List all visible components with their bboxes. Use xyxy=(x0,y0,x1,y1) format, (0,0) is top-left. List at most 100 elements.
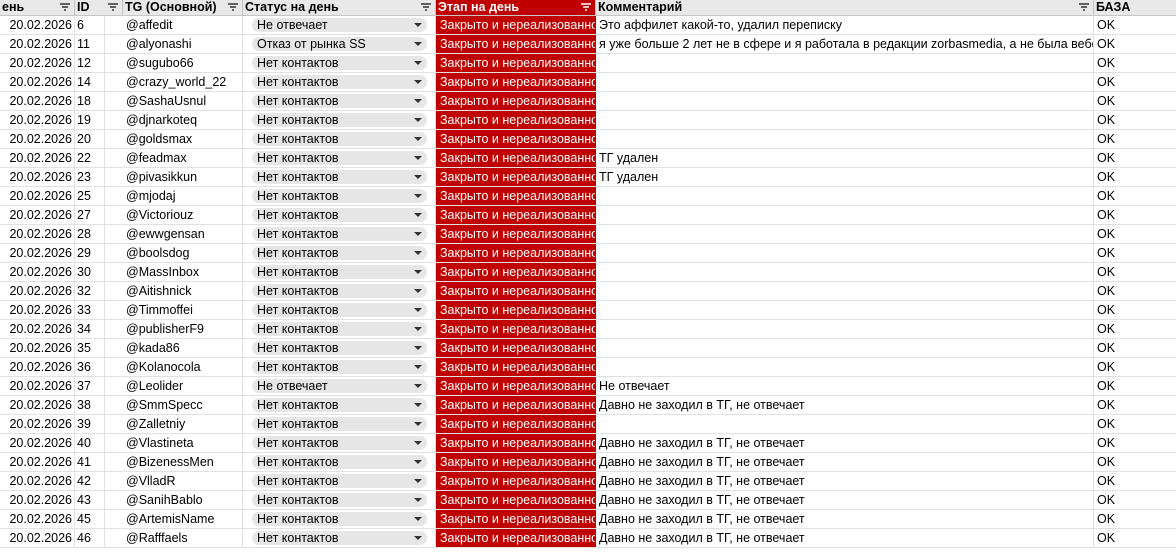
status-dropdown[interactable]: Нет контактов xyxy=(252,360,427,374)
chevron-down-icon[interactable] xyxy=(414,156,422,160)
chevron-down-icon[interactable] xyxy=(414,213,422,217)
cell-tg[interactable]: @sugubo66 xyxy=(123,54,243,72)
cell-date[interactable]: 20.02.2026 xyxy=(0,434,75,452)
cell-comment[interactable] xyxy=(596,301,1094,319)
cell-comment[interactable]: ТГ удален xyxy=(596,149,1094,167)
cell-id[interactable]: 32 xyxy=(75,282,105,300)
status-dropdown[interactable]: Нет контактов xyxy=(252,246,427,260)
cell-id[interactable]: 27 xyxy=(75,206,105,224)
cell-date[interactable]: 20.02.2026 xyxy=(0,244,75,262)
cell-status[interactable]: Нет контактов xyxy=(243,206,436,224)
cell-date[interactable]: 20.02.2026 xyxy=(0,187,75,205)
cell-status[interactable]: Нет контактов xyxy=(243,453,436,471)
column-header-date[interactable]: ень xyxy=(0,0,75,15)
cell-status[interactable]: Нет контактов xyxy=(243,301,436,319)
cell-id[interactable]: 40 xyxy=(75,434,105,452)
cell-stage[interactable]: Закрыто и нереализованно xyxy=(436,472,596,490)
cell-status[interactable]: Нет контактов xyxy=(243,225,436,243)
cell-id[interactable]: 12 xyxy=(75,54,105,72)
cell-tg[interactable]: @Zalletniy xyxy=(123,415,243,433)
status-dropdown[interactable]: Нет контактов xyxy=(252,398,427,412)
cell-id[interactable]: 37 xyxy=(75,377,105,395)
cell-tg[interactable]: @Aitishnick xyxy=(123,282,243,300)
cell-date[interactable]: 20.02.2026 xyxy=(0,149,75,167)
cell-stage[interactable]: Закрыто и нереализованно xyxy=(436,263,596,281)
cell-comment[interactable] xyxy=(596,415,1094,433)
cell-stage[interactable]: Закрыто и нереализованно xyxy=(436,415,596,433)
chevron-down-icon[interactable] xyxy=(414,42,422,46)
cell-stage[interactable]: Закрыто и нереализованно xyxy=(436,301,596,319)
cell-date[interactable]: 20.02.2026 xyxy=(0,225,75,243)
chevron-down-icon[interactable] xyxy=(414,308,422,312)
chevron-down-icon[interactable] xyxy=(414,175,422,179)
cell-id[interactable]: 11 xyxy=(75,35,105,53)
cell-comment[interactable]: я уже больше 2 лет не в сфере и я работа… xyxy=(596,35,1094,53)
cell-date[interactable]: 20.02.2026 xyxy=(0,282,75,300)
cell-stage[interactable]: Закрыто и нереализованно xyxy=(436,358,596,376)
chevron-down-icon[interactable] xyxy=(414,99,422,103)
filter-icon[interactable] xyxy=(420,1,432,13)
cell-tg[interactable]: @SanihBablo xyxy=(123,491,243,509)
column-header-stage[interactable]: Этап на день xyxy=(436,0,596,15)
cell-date[interactable]: 20.02.2026 xyxy=(0,35,75,53)
cell-id[interactable]: 42 xyxy=(75,472,105,490)
cell-base[interactable]: OK xyxy=(1094,54,1176,72)
cell-base[interactable]: OK xyxy=(1094,358,1176,376)
cell-tg[interactable]: @crazy_world_22 xyxy=(123,73,243,91)
cell-id[interactable]: 25 xyxy=(75,187,105,205)
cell-stage[interactable]: Закрыто и нереализованно xyxy=(436,35,596,53)
cell-date[interactable]: 20.02.2026 xyxy=(0,168,75,186)
cell-status[interactable]: Нет контактов xyxy=(243,244,436,262)
cell-base[interactable]: OK xyxy=(1094,206,1176,224)
status-dropdown[interactable]: Нет контактов xyxy=(252,170,427,184)
cell-tg[interactable]: @Leolider xyxy=(123,377,243,395)
cell-status[interactable]: Нет контактов xyxy=(243,149,436,167)
chevron-down-icon[interactable] xyxy=(414,194,422,198)
status-dropdown[interactable]: Не отвечает xyxy=(252,18,427,32)
cell-id[interactable]: 45 xyxy=(75,510,105,528)
cell-comment[interactable]: Давно не заходил в ТГ, не отвечает xyxy=(596,529,1094,547)
cell-tg[interactable]: @kada86 xyxy=(123,339,243,357)
cell-tg[interactable]: @ewwgensan xyxy=(123,225,243,243)
cell-stage[interactable]: Закрыто и нереализованно xyxy=(436,92,596,110)
cell-id[interactable]: 33 xyxy=(75,301,105,319)
cell-status[interactable]: Нет контактов xyxy=(243,320,436,338)
status-dropdown[interactable]: Нет контактов xyxy=(252,113,427,127)
cell-tg[interactable]: @Kolanocola xyxy=(123,358,243,376)
cell-tg[interactable]: @feadmax xyxy=(123,149,243,167)
cell-date[interactable]: 20.02.2026 xyxy=(0,453,75,471)
chevron-down-icon[interactable] xyxy=(414,441,422,445)
cell-stage[interactable]: Закрыто и нереализованно xyxy=(436,225,596,243)
chevron-down-icon[interactable] xyxy=(414,460,422,464)
cell-comment[interactable]: ТГ удален xyxy=(596,168,1094,186)
cell-status[interactable]: Нет контактов xyxy=(243,396,436,414)
cell-stage[interactable]: Закрыто и нереализованно xyxy=(436,244,596,262)
cell-status[interactable]: Нет контактов xyxy=(243,168,436,186)
cell-base[interactable]: OK xyxy=(1094,130,1176,148)
cell-stage[interactable]: Закрыто и нереализованно xyxy=(436,111,596,129)
cell-id[interactable]: 22 xyxy=(75,149,105,167)
chevron-down-icon[interactable] xyxy=(414,80,422,84)
cell-stage[interactable]: Закрыто и нереализованно xyxy=(436,187,596,205)
cell-comment[interactable] xyxy=(596,358,1094,376)
cell-tg[interactable]: @VlladR xyxy=(123,472,243,490)
cell-id[interactable]: 28 xyxy=(75,225,105,243)
cell-stage[interactable]: Закрыто и нереализованно xyxy=(436,529,596,547)
cell-id[interactable]: 6 xyxy=(75,16,105,34)
cell-comment[interactable]: Давно не заходил в ТГ, не отвечает xyxy=(596,434,1094,452)
cell-stage[interactable]: Закрыто и нереализованно xyxy=(436,130,596,148)
cell-tg[interactable]: @BizenessMen xyxy=(123,453,243,471)
chevron-down-icon[interactable] xyxy=(414,498,422,502)
status-dropdown[interactable]: Нет контактов xyxy=(252,94,427,108)
cell-id[interactable]: 20 xyxy=(75,130,105,148)
cell-id[interactable]: 35 xyxy=(75,339,105,357)
cell-date[interactable]: 20.02.2026 xyxy=(0,415,75,433)
cell-base[interactable]: OK xyxy=(1094,320,1176,338)
cell-date[interactable]: 20.02.2026 xyxy=(0,339,75,357)
chevron-down-icon[interactable] xyxy=(414,61,422,65)
cell-status[interactable]: Не отвечает xyxy=(243,16,436,34)
cell-comment[interactable]: Давно не заходил в ТГ, не отвечает xyxy=(596,396,1094,414)
cell-stage[interactable]: Закрыто и нереализованно xyxy=(436,339,596,357)
column-header-comment[interactable]: Комментарий xyxy=(596,0,1094,15)
chevron-down-icon[interactable] xyxy=(414,384,422,388)
